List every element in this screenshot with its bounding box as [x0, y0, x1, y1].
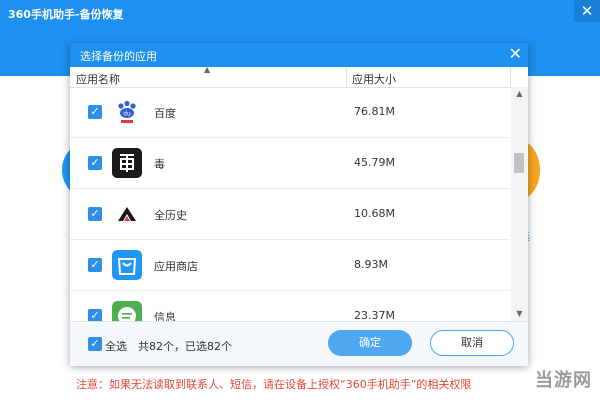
- dialog-footer: ✓ 全选 共82个，已选82个 确定 取消: [70, 321, 528, 366]
- list-item[interactable]: ✓ du 百度 76.81M: [70, 87, 510, 138]
- watermark: 当游网: [535, 370, 592, 391]
- checkbox-checked-icon[interactable]: ✓: [88, 258, 102, 272]
- confirm-button[interactable]: 确定: [328, 330, 412, 356]
- checkbox-checked-icon[interactable]: ✓: [88, 207, 102, 221]
- column-app-size[interactable]: 应用大小: [352, 71, 396, 87]
- svg-text:du: du: [123, 111, 131, 118]
- selection-count: 共82个，已选82个: [138, 340, 232, 353]
- dialog-title: 选择备份的应用: [80, 50, 157, 63]
- du-icon: [112, 148, 142, 178]
- scroll-thumb[interactable]: [514, 153, 524, 173]
- dialog-close-icon[interactable]: ✕: [509, 44, 522, 64]
- permission-notice: 注意：如果无法读取到联系人、短信，请在设备上授权“360手机助手”的相关权限: [76, 378, 472, 391]
- app-list: ✓ du 百度 76.81M ✓ 毒 45.79M ✓ 全历史 10.68M ✓…: [70, 87, 510, 321]
- list-item[interactable]: ✓ 应用商店 8.93M: [70, 240, 510, 291]
- app-name: 百度: [154, 107, 176, 120]
- app-title: 360手机助手-备份恢复: [8, 8, 124, 21]
- sort-ascending-icon[interactable]: ▲: [204, 65, 210, 74]
- app-size: 76.81M: [354, 105, 395, 118]
- quanlishi-icon: [112, 199, 142, 229]
- scroll-up-icon[interactable]: ▲: [511, 87, 528, 101]
- app-name: 毒: [154, 158, 165, 171]
- scroll-down-icon[interactable]: ▼: [511, 307, 528, 321]
- app-name: 应用商店: [154, 260, 198, 273]
- list-item[interactable]: ✓ 全历史 10.68M: [70, 189, 510, 240]
- list-item[interactable]: ✓ 信息 23.37M: [70, 291, 510, 321]
- column-divider: [510, 67, 511, 87]
- app-size: 10.68M: [354, 207, 395, 220]
- checkbox-checked-icon[interactable]: ✓: [88, 309, 102, 321]
- select-all-checkbox[interactable]: ✓: [88, 337, 102, 351]
- app-name: 全历史: [154, 209, 187, 222]
- select-all-label[interactable]: 全选: [105, 338, 127, 354]
- column-app-name[interactable]: 应用名称: [76, 71, 120, 87]
- cancel-button[interactable]: 取消: [430, 330, 514, 356]
- checkbox-checked-icon[interactable]: ✓: [88, 156, 102, 170]
- dialog-header: 选择备份的应用 ✕: [70, 43, 528, 67]
- column-header: 应用名称 ▲ 应用大小: [70, 65, 528, 88]
- window-close-icon[interactable]: ✕: [574, 0, 600, 22]
- baidu-icon: du: [112, 97, 142, 127]
- list-item[interactable]: ✓ 毒 45.79M: [70, 138, 510, 189]
- column-divider: [346, 67, 347, 87]
- list-scrollbar[interactable]: ▲ ▼: [511, 87, 528, 321]
- app-store-icon: [112, 250, 142, 280]
- app-size: 45.79M: [354, 156, 395, 169]
- app-size: 8.93M: [354, 258, 388, 271]
- checkbox-checked-icon[interactable]: ✓: [88, 105, 102, 119]
- messages-icon: [112, 301, 142, 321]
- app-size: 23.37M: [354, 309, 395, 321]
- app-name: 信息: [154, 311, 176, 321]
- backup-app-dialog: 选择备份的应用 ✕ 应用名称 ▲ 应用大小 ✓ du 百度 76.81M ✓ 毒…: [70, 43, 528, 366]
